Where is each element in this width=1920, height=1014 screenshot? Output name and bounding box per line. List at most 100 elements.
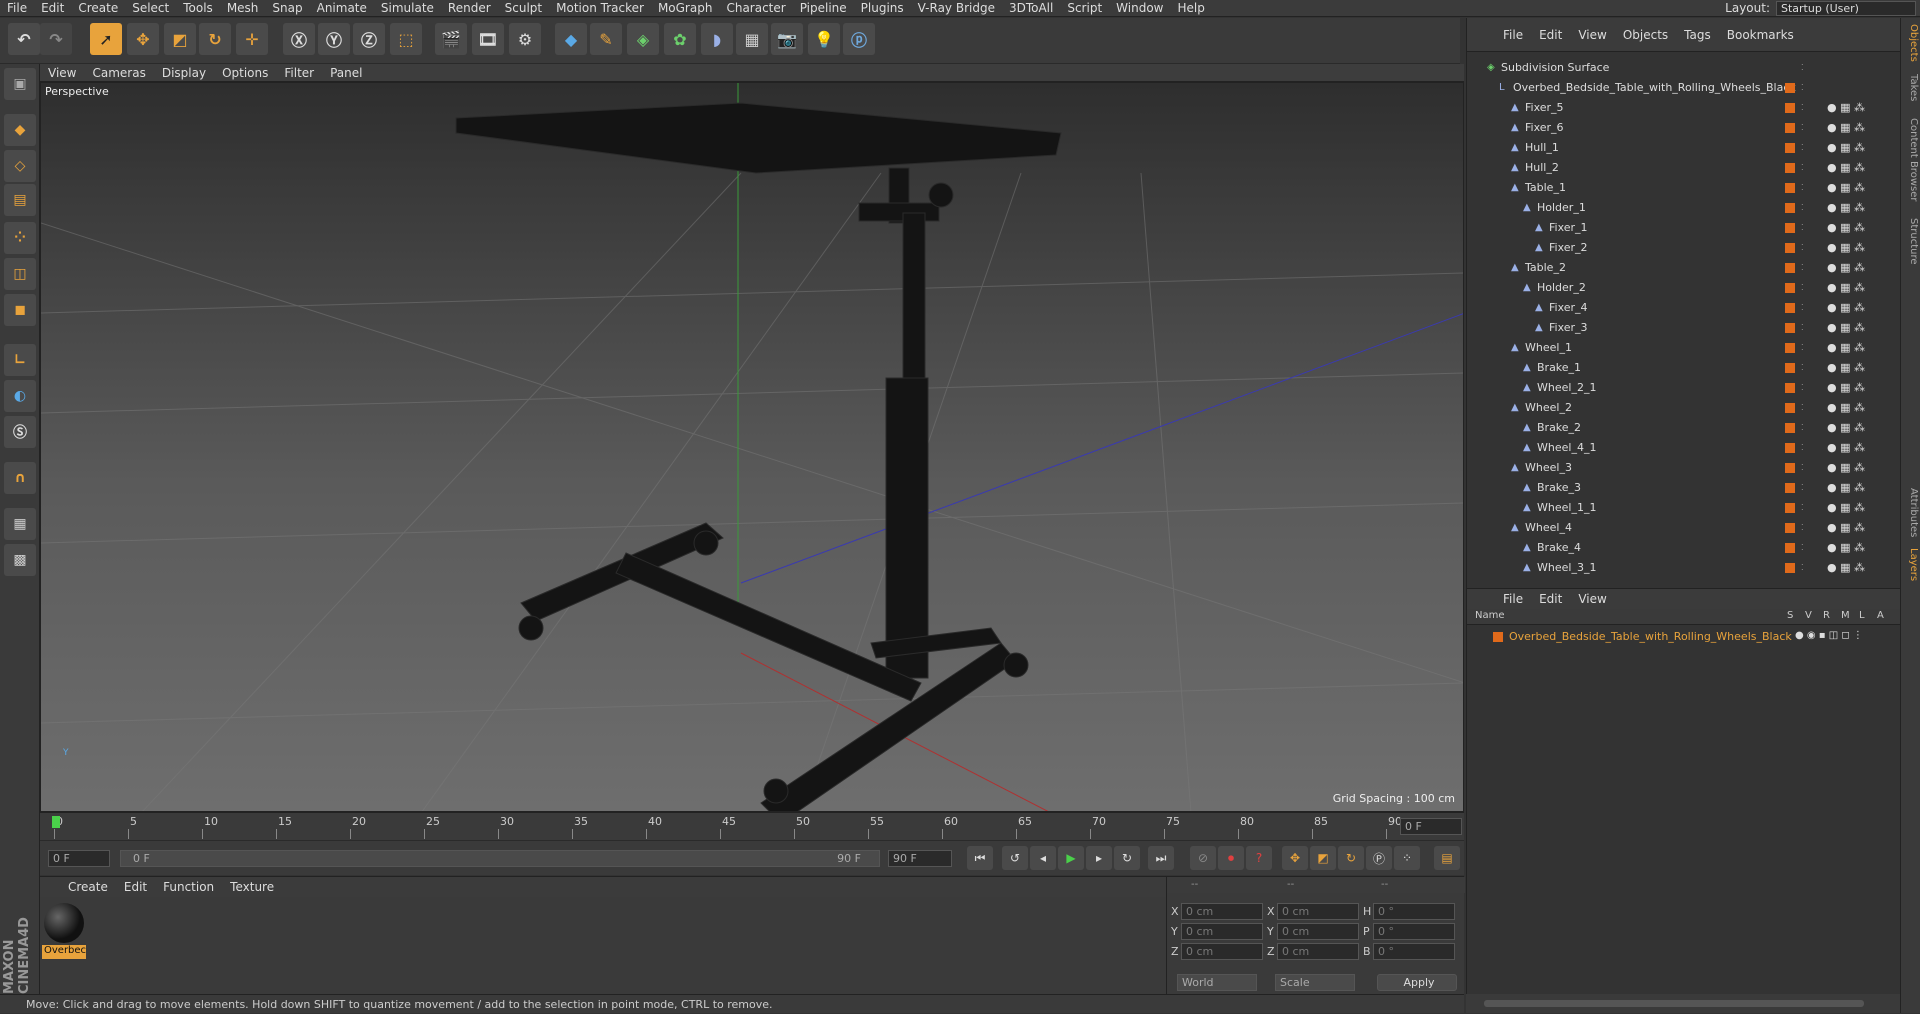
- render-settings-icon[interactable]: ⚙: [509, 23, 541, 55]
- object-name[interactable]: Brake_3: [1537, 478, 1581, 498]
- layer-tag-icon[interactable]: [1785, 203, 1795, 213]
- light-icon[interactable]: 💡: [808, 23, 840, 55]
- layer-column-header[interactable]: L: [1859, 610, 1865, 621]
- visibility-dots-icon[interactable]: ⁚: [1801, 98, 1804, 118]
- visibility-dots-icon[interactable]: ⁚: [1801, 398, 1804, 418]
- magnet-icon[interactable]: ∩: [4, 462, 36, 494]
- object-name[interactable]: Subdivision Surface: [1501, 58, 1609, 78]
- material-menu-function[interactable]: Function: [155, 880, 222, 894]
- key-position-icon[interactable]: ✥: [1282, 846, 1308, 870]
- object-menu-view[interactable]: View: [1570, 28, 1614, 42]
- undo-icon[interactable]: ↶: [8, 23, 40, 55]
- visibility-dots-icon[interactable]: ⁚: [1801, 438, 1804, 458]
- material-tags-icon[interactable]: ● ▦ ⁂: [1827, 318, 1865, 338]
- end-frame-field[interactable]: 90 F: [888, 850, 952, 867]
- visibility-dots-icon[interactable]: ⁚: [1801, 518, 1804, 538]
- autokey-icon[interactable]: ?: [1246, 846, 1272, 870]
- layer-toggle-icons[interactable]: ● ◉ ▪ ◫ ◻ ⋮: [1795, 630, 1863, 641]
- go-to-start-icon[interactable]: ⏮: [967, 846, 993, 870]
- layer-tag-icon[interactable]: [1785, 403, 1795, 413]
- visibility-dots-icon[interactable]: ⁚: [1801, 458, 1804, 478]
- layer-column-header[interactable]: R: [1823, 610, 1830, 621]
- visibility-dots-icon[interactable]: ⁚: [1801, 298, 1804, 318]
- object-menu-bookmarks[interactable]: Bookmarks: [1719, 28, 1802, 42]
- object-name[interactable]: Wheel_2: [1525, 398, 1572, 418]
- layer-tag-icon[interactable]: [1785, 463, 1795, 473]
- tweak-mode-icon[interactable]: ◐: [4, 380, 36, 412]
- object-row[interactable]: ▲ Hull_2 ⁚ ● ▦ ⁂: [1467, 158, 1901, 178]
- layer-tag-icon[interactable]: [1785, 503, 1795, 513]
- snap-icon[interactable]: Ⓢ: [4, 416, 36, 448]
- object-row[interactable]: ▲ Table_2 ⁚ ● ▦ ⁂: [1467, 258, 1901, 278]
- object-row[interactable]: ▲ Brake_4 ⁚ ● ▦ ⁂: [1467, 538, 1901, 558]
- subdivision-surface-icon[interactable]: ◈: [627, 23, 659, 55]
- object-name[interactable]: Brake_1: [1537, 358, 1581, 378]
- object-menu-tags[interactable]: Tags: [1676, 28, 1719, 42]
- layer-tag-icon[interactable]: [1785, 523, 1795, 533]
- menu-character[interactable]: Character: [719, 1, 792, 15]
- material-tags-icon[interactable]: ● ▦ ⁂: [1827, 558, 1865, 578]
- object-name[interactable]: Fixer_3: [1549, 318, 1588, 338]
- object-name[interactable]: Wheel_1: [1525, 338, 1572, 358]
- layer-column-header[interactable]: S: [1787, 610, 1793, 621]
- visibility-dots-icon[interactable]: ⁚: [1801, 378, 1804, 398]
- timeline-ruler[interactable]: 051015202530354045505560657075808590 0 F: [40, 812, 1464, 840]
- layout-dropdown[interactable]: Startup (User): [1776, 1, 1916, 16]
- side-tab-content-browser[interactable]: Content Browser: [1903, 118, 1919, 201]
- material-tags-icon[interactable]: ● ▦ ⁂: [1827, 98, 1865, 118]
- frame-range-slider[interactable]: 0 F 90 F: [120, 850, 880, 867]
- object-row[interactable]: ▲ Wheel_4_1 ⁚ ● ▦ ⁂: [1467, 438, 1901, 458]
- object-row[interactable]: ▲ Fixer_5 ⁚ ● ▦ ⁂: [1467, 98, 1901, 118]
- object-row[interactable]: ▲ Table_1 ⁚ ● ▦ ⁂: [1467, 178, 1901, 198]
- material-tags-icon[interactable]: ● ▦ ⁂: [1827, 518, 1865, 538]
- object-row[interactable]: ▲ Wheel_1_1 ⁚ ● ▦ ⁂: [1467, 498, 1901, 518]
- object-name[interactable]: Wheel_2_1: [1537, 378, 1596, 398]
- playhead[interactable]: [52, 816, 60, 828]
- layer-tag-icon[interactable]: [1785, 263, 1795, 273]
- make-editable-icon[interactable]: ▣: [4, 68, 36, 100]
- viewport-menu-cameras[interactable]: Cameras: [84, 66, 153, 80]
- visibility-dots-icon[interactable]: ⁚: [1801, 558, 1804, 578]
- material-tags-icon[interactable]: ● ▦ ⁂: [1827, 178, 1865, 198]
- menu-render[interactable]: Render: [441, 1, 498, 15]
- menu-snap[interactable]: Snap: [265, 1, 309, 15]
- visibility-dots-icon[interactable]: ⁚: [1801, 538, 1804, 558]
- object-name[interactable]: Fixer_2: [1549, 238, 1588, 258]
- material-tags-icon[interactable]: ● ▦ ⁂: [1827, 478, 1865, 498]
- coord-value-field[interactable]: 0 °: [1373, 943, 1455, 960]
- menu-3dtoall[interactable]: 3DToAll: [1002, 1, 1060, 15]
- object-menu-objects[interactable]: Objects: [1615, 28, 1676, 42]
- render-picture-viewer-icon[interactable]: 🎞: [472, 23, 504, 55]
- cloner-icon[interactable]: ✿: [664, 23, 696, 55]
- viewport-menu-view[interactable]: View: [40, 66, 84, 80]
- lock-workplane-icon[interactable]: ▦: [4, 508, 36, 540]
- object-name[interactable]: Wheel_3: [1525, 458, 1572, 478]
- layer-tag-icon[interactable]: [1785, 363, 1795, 373]
- layer-tag-icon[interactable]: [1785, 183, 1795, 193]
- model-mode-icon[interactable]: ◆: [4, 114, 36, 146]
- object-row[interactable]: ▲ Wheel_3 ⁚ ● ▦ ⁂: [1467, 458, 1901, 478]
- x-axis-lock-icon[interactable]: Ⓧ: [283, 23, 315, 55]
- deformer-icon[interactable]: ◗: [701, 23, 733, 55]
- polygons-mode-icon[interactable]: ◼: [4, 294, 36, 326]
- object-row[interactable]: ▲ Wheel_2 ⁚ ● ▦ ⁂: [1467, 398, 1901, 418]
- horizontal-scrollbar[interactable]: [1466, 994, 1900, 1013]
- menu-sculpt[interactable]: Sculpt: [498, 1, 549, 15]
- material-tags-icon[interactable]: ● ▦ ⁂: [1827, 358, 1865, 378]
- key-rotation-icon[interactable]: ↻: [1338, 846, 1364, 870]
- transform-tool-icon[interactable]: ✛: [236, 23, 268, 55]
- select-tool-icon[interactable]: ➚: [90, 23, 122, 55]
- planar-workplane-icon[interactable]: ▩: [4, 544, 36, 576]
- object-name[interactable]: Fixer_1: [1549, 218, 1588, 238]
- redo-icon[interactable]: ↷: [40, 23, 72, 55]
- visibility-dots-icon[interactable]: ⁚: [1801, 418, 1804, 438]
- layer-menu-file[interactable]: File: [1495, 592, 1531, 606]
- object-name[interactable]: Holder_2: [1537, 278, 1586, 298]
- rotate-tool-icon[interactable]: ↻: [199, 23, 231, 55]
- move-tool-icon[interactable]: ✥: [127, 23, 159, 55]
- layer-tag-icon[interactable]: [1785, 383, 1795, 393]
- layer-tag-icon[interactable]: [1785, 343, 1795, 353]
- coord-value-field[interactable]: 0 cm: [1181, 943, 1263, 960]
- visibility-dots-icon[interactable]: ⁚: [1801, 158, 1804, 178]
- object-row[interactable]: ▲ Fixer_6 ⁚ ● ▦ ⁂: [1467, 118, 1901, 138]
